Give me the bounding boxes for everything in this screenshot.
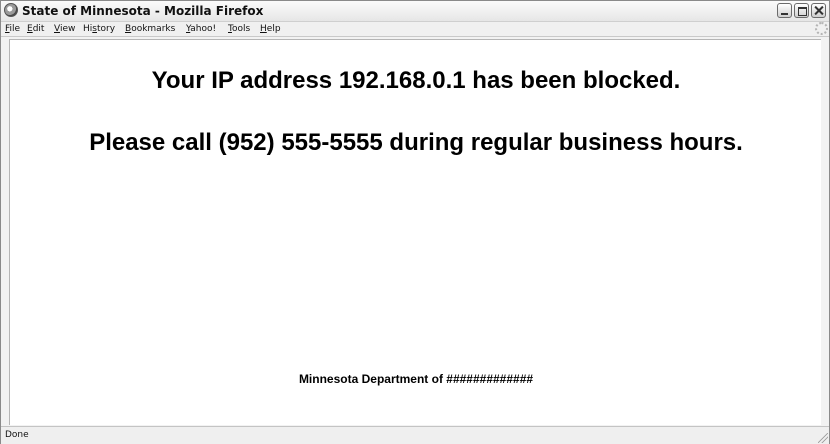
minimize-icon[interactable] xyxy=(777,3,792,18)
menu-help[interactable]: Help xyxy=(260,22,281,36)
status-bar: Done xyxy=(1,426,829,444)
call-message: Please call (952) 555-5555 during regula… xyxy=(89,129,743,156)
menu-edit[interactable]: Edit xyxy=(27,22,44,36)
browser-window: State of Minnesota - Mozilla Firefox Fil… xyxy=(0,0,830,444)
close-icon[interactable] xyxy=(811,3,826,18)
firefox-icon[interactable] xyxy=(4,3,18,17)
department-footer: Minnesota Department of ############# xyxy=(298,372,534,386)
menu-bookmarks[interactable]: Bookmarks xyxy=(125,22,175,36)
menu-yahoo[interactable]: Yahoo! xyxy=(186,22,216,36)
menu-bar: File Edit View History Bookmarks Yahoo! … xyxy=(1,22,829,37)
blocked-message: Your IP address 192.168.0.1 has been blo… xyxy=(151,67,681,94)
menu-view[interactable]: View xyxy=(54,22,75,36)
page-content: Your IP address 192.168.0.1 has been blo… xyxy=(9,39,821,425)
menu-file[interactable]: File xyxy=(5,22,20,36)
resize-grip-icon[interactable] xyxy=(818,433,828,443)
window-title: State of Minnesota - Mozilla Firefox xyxy=(22,4,264,18)
status-text: Done xyxy=(5,430,29,440)
title-bar[interactable]: State of Minnesota - Mozilla Firefox xyxy=(1,1,829,22)
maximize-icon[interactable] xyxy=(794,3,809,18)
menu-history[interactable]: History xyxy=(83,22,115,36)
throbber-icon xyxy=(815,22,828,35)
menu-tools[interactable]: Tools xyxy=(228,22,250,36)
